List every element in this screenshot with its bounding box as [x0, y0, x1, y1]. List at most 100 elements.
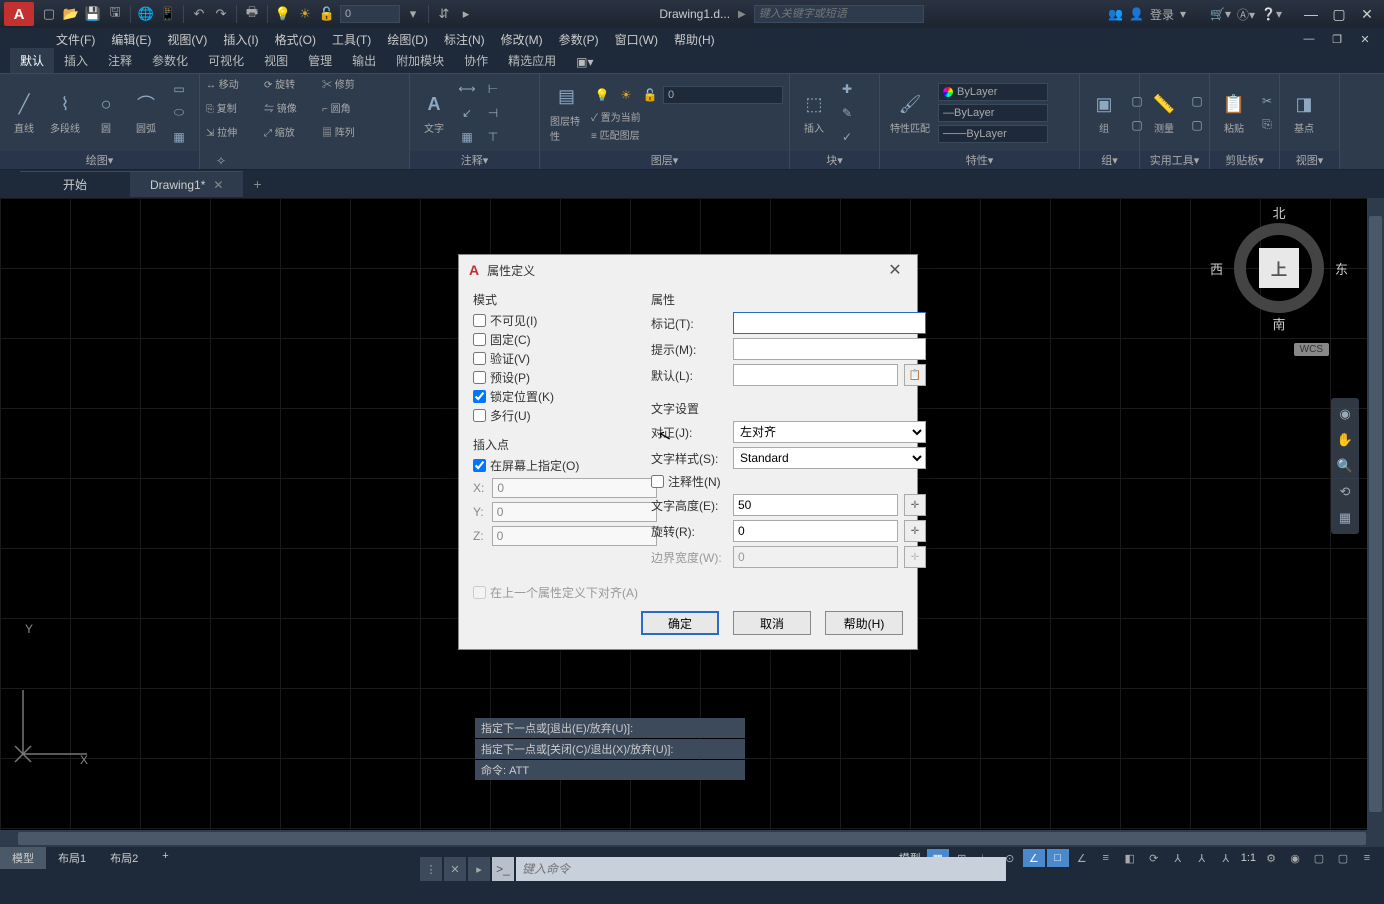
cleanscreen-icon[interactable]: ▢ [1332, 849, 1354, 867]
maximize-button[interactable]: ▢ [1326, 4, 1352, 24]
panel-props-title[interactable]: 特性 ▾ [880, 151, 1079, 169]
explode-icon[interactable]: ✧ [210, 150, 232, 172]
monitor-icon[interactable]: ▢ [1308, 849, 1330, 867]
help-button[interactable]: 帮助(H) [825, 611, 903, 635]
layout1-tab[interactable]: 布局1 [46, 847, 98, 869]
tab-annotate[interactable]: 注释 [98, 48, 142, 73]
baseview-button[interactable]: ◨基点 [1286, 88, 1322, 137]
lineweight-combo[interactable]: — ByLayer [938, 104, 1048, 122]
horizontal-scrollbar[interactable] [0, 830, 1384, 847]
panel-block-title[interactable]: 块 ▾ [790, 151, 879, 169]
cart-icon[interactable]: 🛒▾ [1210, 7, 1231, 21]
isodraft-toggle[interactable]: ∠ [1023, 849, 1045, 867]
ellipse-icon[interactable]: ⬭ [168, 102, 190, 124]
app-logo[interactable]: A [4, 2, 34, 26]
nav-pan-icon[interactable]: ✋ [1335, 430, 1355, 450]
signin-icon[interactable]: 👥 [1108, 7, 1123, 21]
arc-button[interactable]: ⌒圆弧 [128, 88, 164, 137]
cycling-toggle[interactable]: ⟳ [1143, 849, 1165, 867]
text-button[interactable]: A文字 [416, 88, 452, 137]
rect-icon[interactable]: ▭ [168, 78, 190, 100]
vertical-scrollbar[interactable] [1367, 198, 1384, 830]
lock-checkbox[interactable]: 锁定位置(K) [473, 388, 633, 405]
menu-param[interactable]: 参数(P) [559, 31, 599, 48]
layer-setcurrent[interactable]: ✓ 置为当前 [591, 109, 641, 124]
field-picker-button[interactable]: 📋 [904, 364, 926, 386]
menu-draw[interactable]: 绘图(D) [387, 31, 428, 48]
minimize-button[interactable]: — [1298, 4, 1324, 24]
menu-modify[interactable]: 修改(M) [501, 31, 543, 48]
custom-icon[interactable]: ≡ [1356, 849, 1378, 867]
chevron-down-icon[interactable]: ▾ [404, 5, 422, 23]
leader-icon[interactable]: ↙ [456, 102, 478, 124]
ok-button[interactable]: 确定 [641, 611, 719, 635]
linetype-combo[interactable]: ─── ByLayer [938, 125, 1048, 143]
mdi-minimize-button[interactable]: — [1296, 29, 1322, 49]
polyline-button[interactable]: ⌇多段线 [46, 88, 84, 137]
mdi-close-button[interactable]: ✕ [1352, 29, 1378, 49]
stretch-button[interactable]: ⇲ 拉伸 [206, 124, 262, 146]
modelspace-tab[interactable]: 模型 [0, 847, 46, 869]
justify-select[interactable]: 左对齐 [733, 421, 926, 443]
dim-icon[interactable]: ⟷ [456, 78, 478, 100]
cancel-button[interactable]: 取消 [733, 611, 811, 635]
height-pick-button[interactable]: ✛ [904, 494, 926, 516]
layer-quick-combo[interactable] [340, 5, 400, 23]
viewcube[interactable]: 上 北 南 东 西 [1224, 213, 1334, 323]
panel-utils-title[interactable]: 实用工具 ▾ [1140, 151, 1209, 169]
matchprops-button[interactable]: 🖌特性匹配 [886, 88, 934, 137]
web-icon[interactable]: 🌐 [137, 5, 155, 23]
layerprops-button[interactable]: ▤图层特性 [546, 81, 587, 145]
mdi-restore-button[interactable]: ❐ [1324, 29, 1350, 49]
nav-orbit-icon[interactable]: ⟲ [1335, 482, 1355, 502]
z-input[interactable] [492, 526, 657, 546]
user-icon[interactable]: 👤 [1129, 7, 1144, 21]
layer-combo[interactable] [663, 86, 783, 104]
mirror-button[interactable]: ⇋ 镜像 [264, 100, 320, 122]
group-button[interactable]: ▣组 [1086, 88, 1122, 137]
annotative-checkbox[interactable]: 注释性(N) [651, 473, 926, 490]
search-input[interactable] [754, 5, 924, 23]
scale-button[interactable]: ⤢ 缩放 [264, 124, 320, 146]
tab-start[interactable]: 开始 [20, 171, 130, 197]
cmd-close-icon[interactable]: ✕ [444, 857, 466, 881]
scale-label[interactable]: 1:1 [1239, 852, 1258, 864]
dialog-close-button[interactable]: ✕ [883, 258, 907, 282]
style-select[interactable]: Standard [733, 447, 926, 469]
tab-featured[interactable]: 精选应用 [498, 48, 566, 73]
tab-default[interactable]: 默认 [10, 48, 54, 73]
layout2-tab[interactable]: 布局2 [98, 847, 150, 869]
close-button[interactable]: ✕ [1354, 4, 1380, 24]
move-button[interactable]: ↔ 移动 [206, 76, 262, 98]
osnap-toggle[interactable]: □ [1047, 849, 1069, 867]
menu-help[interactable]: 帮助(H) [674, 31, 715, 48]
layer-sun-icon[interactable]: ☀ [615, 84, 637, 106]
panel-draw-title[interactable]: 绘图 ▾ [0, 151, 199, 169]
tab-visualize[interactable]: 可视化 [198, 48, 254, 73]
transparency-toggle[interactable]: ◧ [1119, 849, 1141, 867]
tab-manage[interactable]: 管理 [298, 48, 342, 73]
copy2-icon[interactable]: ⎘ [1256, 114, 1278, 136]
tab-insert[interactable]: 插入 [54, 48, 98, 73]
close-tab-icon[interactable]: ✕ [213, 178, 223, 192]
block-edit-icon[interactable]: ✎ [836, 102, 858, 124]
panel-clip-title[interactable]: 剪贴板 ▾ [1210, 151, 1279, 169]
nav-wheel-icon[interactable]: ◉ [1335, 404, 1355, 424]
menu-dimension[interactable]: 标注(N) [444, 31, 485, 48]
measure-button[interactable]: 📏测量 [1146, 88, 1182, 137]
dim2-icon[interactable]: ⊢ [482, 78, 504, 100]
layout-add-button[interactable]: + [150, 847, 180, 869]
tag-input[interactable] [733, 312, 926, 334]
rotation-input[interactable] [733, 520, 898, 542]
bulb-icon[interactable]: 💡 [274, 5, 292, 23]
invisible-checkbox[interactable]: 不可见(I) [473, 312, 633, 329]
util2-icon[interactable]: ▢ [1186, 90, 1208, 112]
paste-button[interactable]: 📋粘贴 [1216, 88, 1252, 137]
sun-icon[interactable]: ☀ [296, 5, 314, 23]
height-input[interactable] [733, 494, 898, 516]
save-icon[interactable]: 💾 [84, 5, 102, 23]
rotate-button[interactable]: ⟳ 旋转 [264, 76, 320, 98]
annoscale2-icon[interactable]: ⅄ [1215, 849, 1237, 867]
util3-icon[interactable]: ▢ [1186, 114, 1208, 136]
array-button[interactable]: ▦ 阵列 [322, 124, 378, 146]
